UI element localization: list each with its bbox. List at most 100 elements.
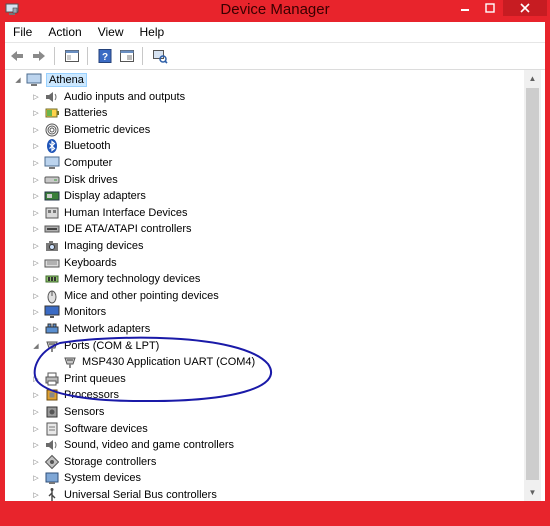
network-adapter-icon — [44, 321, 60, 337]
tree-item[interactable]: ▷ Keyboards — [31, 255, 116, 271]
expand-icon[interactable]: ▷ — [31, 175, 41, 185]
tree-item[interactable]: ▷ Bluetooth — [31, 138, 110, 154]
tree-item[interactable]: ▷ Display adapters — [31, 188, 146, 204]
maximize-button[interactable] — [479, 0, 501, 16]
expand-icon[interactable]: ▷ — [31, 108, 41, 118]
minimize-icon — [461, 9, 469, 11]
expand-icon[interactable]: ▷ — [31, 92, 41, 102]
tree-item[interactable]: ▷ Computer — [31, 155, 112, 171]
scroll-down-button[interactable]: ▼ — [524, 484, 541, 501]
title-bar[interactable]: Device Manager — [0, 0, 550, 22]
expand-icon[interactable]: ▷ — [31, 457, 41, 467]
camera-icon — [44, 238, 60, 254]
collapse-icon[interactable]: ◢ — [31, 341, 41, 351]
speaker-icon — [44, 89, 60, 105]
help-button[interactable]: ? — [95, 46, 115, 66]
tree-item-label: Computer — [64, 157, 113, 169]
expand-icon[interactable]: ▷ — [31, 141, 41, 151]
port-icon — [62, 354, 78, 370]
tree-item[interactable]: ▷ Universal Serial Bus controllers — [31, 487, 217, 501]
expand-icon[interactable]: ▷ — [31, 158, 41, 168]
show-hide-console-tree-button[interactable] — [62, 46, 82, 66]
tree-item[interactable]: ▷ Audio inputs and outputs — [31, 89, 185, 105]
expand-icon[interactable]: ▷ — [31, 307, 41, 317]
expand-icon[interactable]: ▷ — [31, 208, 41, 218]
help-icon: ? — [98, 49, 112, 63]
tree-item-label: Batteries — [64, 107, 108, 120]
tree-item[interactable]: ▷ Sound, video and game controllers — [31, 437, 234, 453]
vertical-scrollbar[interactable]: ▲ ▼ — [524, 70, 541, 501]
menu-view[interactable]: View — [90, 22, 132, 42]
memory-icon — [44, 271, 60, 287]
tree-item[interactable]: ▷ Human Interface Devices — [31, 205, 188, 221]
expand-icon[interactable]: ▷ — [31, 125, 41, 135]
tree-child-item[interactable]: MSP430 Application UART (COM4) — [62, 354, 255, 370]
expand-icon[interactable]: ▷ — [31, 291, 41, 301]
fingerprint-icon — [44, 122, 60, 138]
expand-icon[interactable]: ▷ — [31, 191, 41, 201]
software-device-icon — [44, 421, 60, 437]
tree-item[interactable]: ▷ Print queues — [31, 371, 126, 387]
expand-icon[interactable]: ▷ — [31, 473, 41, 483]
tree-item[interactable]: ▷ Monitors — [31, 304, 106, 320]
expand-icon[interactable]: ▷ — [31, 374, 41, 384]
tree-item-label: Print queues — [64, 372, 126, 385]
tree-item[interactable]: ▷ Network adapters — [31, 321, 150, 337]
expand-icon[interactable]: ▷ — [31, 258, 41, 268]
tree-item[interactable]: ▷ IDE ATA/ATAPI controllers — [31, 221, 191, 237]
tree-item[interactable]: ▷ Imaging devices — [31, 238, 144, 254]
toolbar-separator — [87, 47, 88, 65]
device-tree[interactable]: ◢ Athena ▷ Audio inputs and outputs ▷ Batte… — [5, 70, 545, 501]
storage-controller-icon — [44, 454, 60, 470]
forward-button[interactable] — [29, 46, 49, 66]
expand-icon[interactable]: ▷ — [31, 407, 41, 417]
tree-item[interactable]: ▷ Disk drives — [31, 172, 118, 188]
scroll-up-button[interactable]: ▲ — [524, 70, 541, 87]
collapse-icon[interactable]: ◢ — [13, 75, 23, 85]
close-icon — [520, 3, 530, 13]
close-button[interactable] — [503, 0, 547, 16]
expand-icon[interactable]: ▷ — [31, 274, 41, 284]
tree-item-label: Sound, video and game controllers — [64, 439, 234, 452]
menu-action[interactable]: Action — [40, 22, 89, 42]
toolbar-separator — [142, 47, 143, 65]
toolbar: ? — [5, 43, 545, 70]
tree-item[interactable]: ▷ Batteries — [31, 105, 107, 121]
expand-icon[interactable]: ▷ — [31, 224, 41, 234]
tree-item-label: Mice and other pointing devices — [64, 289, 219, 302]
expand-icon[interactable]: ▷ — [31, 424, 41, 434]
toolbar-separator — [54, 47, 55, 65]
back-button[interactable] — [7, 46, 27, 66]
tree-item[interactable]: ▷ Sensors — [31, 404, 104, 420]
tree-item[interactable]: ▷ Storage controllers — [31, 454, 156, 470]
computer-icon — [44, 155, 60, 171]
expand-icon[interactable]: ▷ — [31, 390, 41, 400]
tree-root-label: Athena — [46, 73, 87, 87]
processor-icon — [44, 387, 60, 403]
expand-icon[interactable]: ▷ — [31, 440, 41, 450]
scroll-thumb[interactable] — [526, 88, 539, 480]
scan-hardware-button[interactable] — [150, 46, 170, 66]
tree-item-label: Imaging devices — [64, 240, 144, 252]
menu-help[interactable]: Help — [132, 22, 173, 42]
menu-file[interactable]: File — [5, 22, 40, 42]
tree-item[interactable]: ▷ Mice and other pointing devices — [31, 288, 219, 304]
properties-panel-icon — [65, 50, 79, 62]
tree-item[interactable]: ◢ Ports (COM & LPT) — [31, 338, 159, 354]
expand-icon[interactable]: ▷ — [31, 490, 41, 500]
tree-item-label: Network adapters — [64, 323, 151, 335]
bluetooth-icon — [44, 138, 60, 154]
tree-item-label: Sensors — [64, 406, 105, 418]
tree-item-label: Human Interface Devices — [64, 206, 188, 219]
expand-icon[interactable]: ▷ — [31, 324, 41, 334]
minimize-button[interactable] — [453, 0, 477, 16]
tree-item[interactable]: ▷ Biometric devices — [31, 122, 150, 138]
update-driver-button[interactable] — [117, 46, 137, 66]
tree-item[interactable]: ▷ System devices — [31, 470, 141, 486]
display-adapter-icon — [44, 188, 60, 204]
tree-item[interactable]: ▷ Processors — [31, 387, 119, 403]
expand-icon[interactable]: ▷ — [31, 241, 41, 251]
tree-item[interactable]: ▷ Memory technology devices — [31, 271, 200, 287]
tree-root-athena[interactable]: ◢ Athena — [13, 72, 87, 88]
tree-item[interactable]: ▷ Software devices — [31, 421, 148, 437]
